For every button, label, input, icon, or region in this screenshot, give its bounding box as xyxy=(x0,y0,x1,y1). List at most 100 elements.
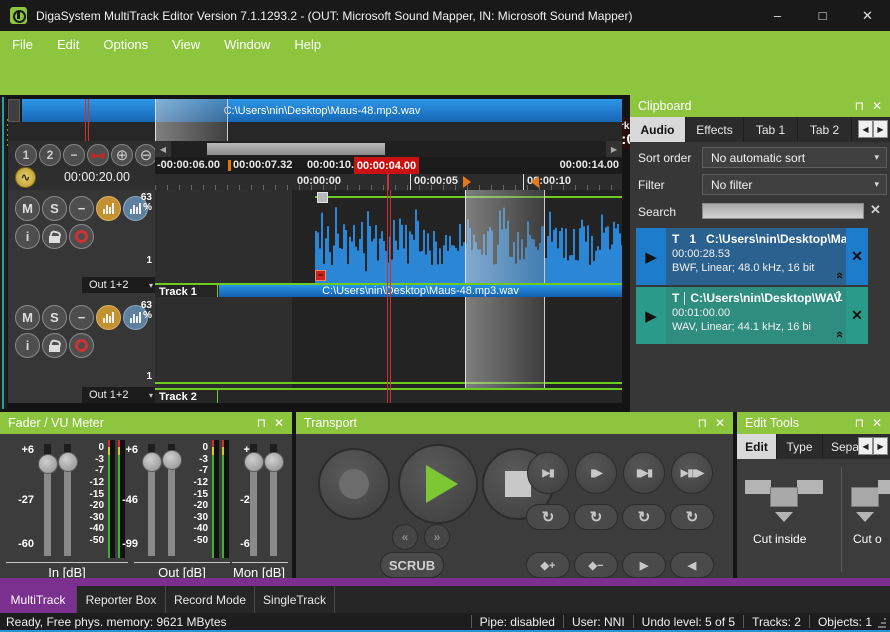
menu-edit[interactable]: Edit xyxy=(57,37,79,52)
track2-lock-icon[interactable] xyxy=(42,333,67,358)
loop-icon[interactable]: ↻ xyxy=(574,504,618,530)
overview-handle[interactable] xyxy=(8,99,20,122)
filter-select[interactable]: No filter▾ xyxy=(702,174,887,195)
search-clear-icon[interactable]: ✕ xyxy=(870,202,881,218)
track2-volume-envelope[interactable] xyxy=(155,382,622,384)
project-overview[interactable]: C:\Users\nin\Desktop\Maus-48.mp3.wav xyxy=(8,99,622,122)
resize-grip[interactable] xyxy=(878,618,886,628)
tab-effects[interactable]: Effects xyxy=(686,117,744,142)
nudge-forward-icon[interactable]: » xyxy=(424,524,450,550)
item2-play-icon[interactable]: ▶ xyxy=(636,287,666,344)
timeline-ruler[interactable]: 00:00:00 00:00:05 00:00:10 xyxy=(155,174,622,190)
track2-collapse-button[interactable]: − xyxy=(69,305,94,330)
prev-marker-icon[interactable]: ◀ xyxy=(670,552,714,578)
tab-reporter-box[interactable]: Reporter Box xyxy=(77,586,166,613)
tab-multitrack[interactable]: MultiTrack xyxy=(0,586,77,613)
cut-inside-tool[interactable]: Cut inside xyxy=(745,474,829,526)
zoom-to-range-icon[interactable]: ▶◀ xyxy=(87,144,109,166)
in-fader-right-knob[interactable] xyxy=(58,452,78,472)
project-overview-track2[interactable] xyxy=(8,122,622,141)
item1-remove-icon[interactable]: ✕ xyxy=(846,228,868,285)
tabs-scroll-right-icon[interactable]: ▶ xyxy=(873,437,888,455)
add-marker-button[interactable]: ◆+ xyxy=(526,552,570,578)
track2-output-select[interactable]: Out 1+2▾ xyxy=(82,387,158,403)
close-icon[interactable]: ✕ xyxy=(715,416,725,430)
close-button[interactable]: ✕ xyxy=(845,0,890,31)
loop-icon[interactable]: ↻ xyxy=(622,504,666,530)
timeline-scrollbar[interactable]: ◀ ▶ xyxy=(155,141,622,157)
mon-fader-right-knob[interactable] xyxy=(264,452,284,472)
transport-title-bar[interactable]: Transport ⊓✕ xyxy=(296,412,733,434)
menu-window[interactable]: Window xyxy=(224,37,270,52)
zoom-preset-2-button[interactable]: 2 xyxy=(39,144,61,166)
track2-record-arm-button[interactable] xyxy=(69,333,94,358)
scrollbar-thumb[interactable] xyxy=(207,143,385,155)
tabs-scroll-left-icon[interactable]: ◀ xyxy=(858,120,873,138)
clip-start-marker[interactable]: − xyxy=(315,270,326,281)
item1-play-icon[interactable]: ▶ xyxy=(636,228,666,285)
out-fader-left-knob[interactable] xyxy=(142,452,162,472)
mark-in-flag-icon[interactable] xyxy=(463,176,471,188)
close-icon[interactable]: ✕ xyxy=(872,99,882,113)
dock-splitter[interactable] xyxy=(0,97,7,409)
zoom-preset-1-button[interactable]: 1 xyxy=(15,144,37,166)
record-button[interactable] xyxy=(318,448,390,520)
loop-icon[interactable]: ↻ xyxy=(670,504,714,530)
loop-icon[interactable]: ↻ xyxy=(526,504,570,530)
play-from-mark-in-button[interactable]: ▮▶ xyxy=(575,452,617,494)
overview-selection[interactable] xyxy=(155,99,228,122)
remove-marker-button[interactable]: ◆− xyxy=(574,552,618,578)
tab-record-mode[interactable]: Record Mode xyxy=(166,586,255,613)
scroll-left-icon[interactable]: ◀ xyxy=(155,141,171,157)
scroll-right-icon[interactable]: ▶ xyxy=(606,141,622,157)
collapse-button[interactable]: − xyxy=(63,144,85,166)
track1-meter-pre-button[interactable] xyxy=(96,196,121,221)
track1-collapse-button[interactable]: − xyxy=(69,196,94,221)
edit-tools-title-bar[interactable]: Edit Tools ⊓✕ xyxy=(737,412,890,434)
tab-singletrack[interactable]: SingleTrack xyxy=(255,586,335,613)
scrub-button[interactable]: SCRUB xyxy=(380,552,444,578)
tab-audio[interactable]: Audio xyxy=(630,117,686,142)
maximize-button[interactable]: □ xyxy=(800,0,845,31)
clipboard-item-2[interactable]: ▶ T C:\Users\nin\Desktop\WAV 1 00:01:00.… xyxy=(636,287,868,344)
tabs-scroll-right-icon[interactable]: ▶ xyxy=(873,120,888,138)
mark-out-flag-icon[interactable] xyxy=(531,176,539,188)
cut-outside-tool[interactable]: Cut o xyxy=(851,474,890,526)
sort-order-select[interactable]: No automatic sort▾ xyxy=(702,147,887,168)
track1-solo-button[interactable]: S xyxy=(42,196,67,221)
track2-lane[interactable] xyxy=(155,297,622,388)
track1-output-select[interactable]: Out 1+2▾ xyxy=(82,277,158,293)
track2-info-button[interactable]: i xyxy=(15,333,40,358)
waveform-mode-icon[interactable]: ∿ xyxy=(15,167,36,188)
menu-file[interactable]: File xyxy=(12,37,33,52)
tab-type[interactable]: Type xyxy=(777,434,823,459)
play-between-marks-button[interactable]: ▮▶▮ xyxy=(623,452,665,494)
nudge-back-icon[interactable]: « xyxy=(392,524,418,550)
overview-selection[interactable] xyxy=(155,122,228,141)
in-fader-left-knob[interactable] xyxy=(38,454,58,474)
play-around-soundhead-button[interactable]: ▶▮▮▶ xyxy=(671,452,713,494)
menu-view[interactable]: View xyxy=(172,37,200,52)
tabs-scroll-left-icon[interactable]: ◀ xyxy=(858,437,873,455)
clipboard-title-bar[interactable]: Clipboard ⊓✕ xyxy=(630,95,890,117)
playhead[interactable] xyxy=(387,190,388,403)
menu-options[interactable]: Options xyxy=(103,37,148,52)
track2-solo-button[interactable]: S xyxy=(42,305,67,330)
fader-title-bar[interactable]: Fader / VU Meter ⊓✕ xyxy=(0,412,292,434)
mon-fader-left-knob[interactable] xyxy=(244,452,264,472)
track1-selection[interactable] xyxy=(465,190,545,283)
track2-meter-pre-button[interactable] xyxy=(96,305,121,330)
pin-icon[interactable]: ⊓ xyxy=(698,416,707,430)
track1-clip-title[interactable]: C:\Users\nin\Desktop\Maus-48.mp3.wav xyxy=(219,285,622,297)
close-icon[interactable]: ✕ xyxy=(872,416,882,430)
tab-2[interactable]: Tab 2 xyxy=(798,117,852,142)
zoom-out-icon[interactable]: ⊖ xyxy=(135,144,157,166)
search-input[interactable] xyxy=(702,203,864,219)
close-icon[interactable]: ✕ xyxy=(274,416,284,430)
tab-1[interactable]: Tab 1 xyxy=(744,117,798,142)
collapse-chevrons-icon[interactable]: « xyxy=(833,331,846,338)
pin-icon[interactable]: ⊓ xyxy=(855,416,864,430)
pin-icon[interactable]: ⊓ xyxy=(855,99,864,113)
track2-mute-button[interactable]: M xyxy=(15,305,40,330)
zoom-in-icon[interactable]: ⊕ xyxy=(111,144,133,166)
